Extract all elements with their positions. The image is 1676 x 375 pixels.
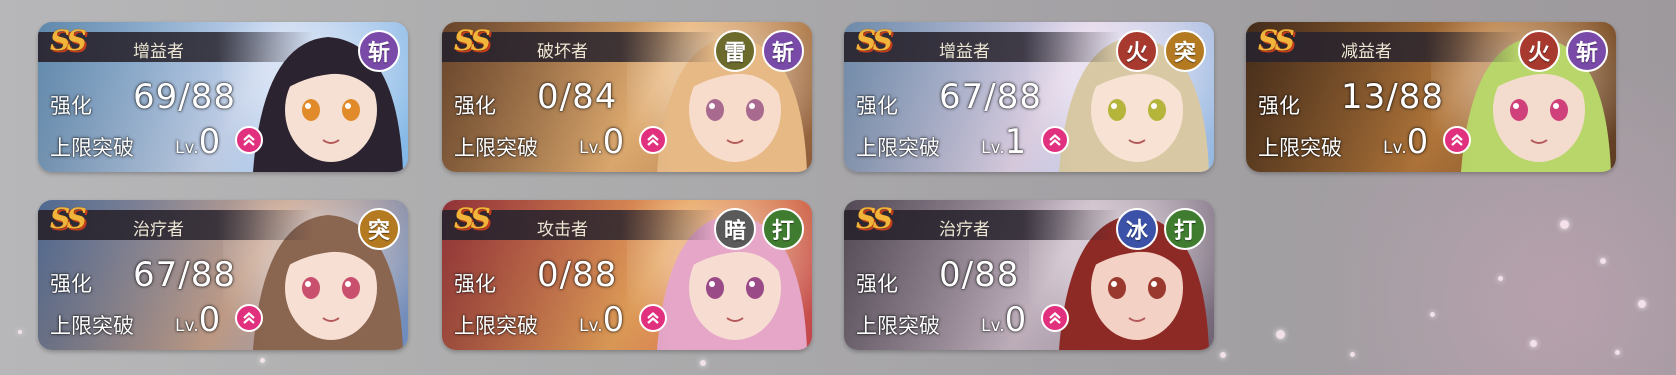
element-badge: 火	[1518, 30, 1560, 72]
double-chevron-up-icon	[243, 312, 255, 324]
double-chevron-up-icon	[1049, 312, 1061, 324]
limit-break-level: Lv.0	[175, 300, 220, 340]
limit-break-up-icon[interactable]	[235, 304, 263, 332]
role-label: 破坏者	[537, 42, 588, 62]
level-prefix: Lv.	[981, 138, 1005, 158]
enhance-label: 强化	[1258, 94, 1300, 118]
element-badge: 火	[1116, 30, 1158, 72]
double-chevron-up-icon	[647, 134, 659, 146]
level-number: 0	[1004, 300, 1027, 340]
limit-break-up-icon[interactable]	[1443, 126, 1471, 154]
level-number: 0	[602, 122, 625, 162]
limit-break-label: 上限突破	[50, 314, 134, 338]
level-prefix: Lv.	[175, 316, 199, 336]
limit-break-level: Lv.0	[579, 122, 624, 162]
rarity-rank: SS	[50, 24, 87, 57]
character-card[interactable]: SS 减益者 火斩 强化 13/88 上限突破 Lv.0	[1246, 22, 1616, 172]
character-card[interactable]: SS 攻击者 暗打 强化 0/88 上限突破 Lv.0	[442, 200, 812, 350]
role-label: 增益者	[939, 42, 990, 62]
limit-break-level: Lv.0	[579, 300, 624, 340]
enhance-label: 强化	[454, 272, 496, 296]
level-prefix: Lv.	[175, 138, 199, 158]
double-chevron-up-icon	[1049, 134, 1061, 146]
rarity-rank: SS	[50, 202, 87, 235]
enhance-value: 67/88	[939, 77, 1042, 117]
level-number: 0	[198, 300, 221, 340]
enhance-label: 强化	[454, 94, 496, 118]
element-badge: 斩	[762, 30, 804, 72]
limit-break-up-icon[interactable]	[639, 126, 667, 154]
level-prefix: Lv.	[981, 316, 1005, 336]
level-number: 1	[1004, 122, 1027, 162]
enhance-value: 0/88	[939, 255, 1020, 295]
rarity-rank: SS	[454, 24, 491, 57]
limit-break-label: 上限突破	[50, 136, 134, 160]
limit-break-label: 上限突破	[856, 136, 940, 160]
role-label: 增益者	[133, 42, 184, 62]
element-badge: 打	[762, 208, 804, 250]
character-card[interactable]: SS 增益者 斩 强化 69/88 上限突破 Lv.0	[38, 22, 408, 172]
enhance-value: 0/84	[537, 77, 618, 117]
role-label: 治疗者	[939, 220, 990, 240]
enhance-value: 67/88	[133, 255, 236, 295]
limit-break-level: Lv.0	[175, 122, 220, 162]
level-prefix: Lv.	[579, 316, 603, 336]
character-card[interactable]: SS 治疗者 突 强化 67/88 上限突破 Lv.0	[38, 200, 408, 350]
enhance-value: 69/88	[133, 77, 236, 117]
rarity-rank: SS	[856, 202, 893, 235]
level-prefix: Lv.	[579, 138, 603, 158]
limit-break-level: Lv.1	[981, 122, 1026, 162]
enhance-label: 强化	[50, 94, 92, 118]
level-number: 0	[602, 300, 625, 340]
double-chevron-up-icon	[1451, 134, 1463, 146]
limit-break-label: 上限突破	[454, 314, 538, 338]
limit-break-label: 上限突破	[856, 314, 940, 338]
limit-break-level: Lv.0	[981, 300, 1026, 340]
rarity-rank: SS	[454, 202, 491, 235]
role-label: 减益者	[1341, 42, 1392, 62]
character-card[interactable]: SS 治疗者 冰打 强化 0/88 上限突破 Lv.0	[844, 200, 1214, 350]
limit-break-up-icon[interactable]	[1041, 304, 1069, 332]
enhance-label: 强化	[856, 272, 898, 296]
role-label: 攻击者	[537, 220, 588, 240]
rarity-rank: SS	[1258, 24, 1295, 57]
rarity-rank: SS	[856, 24, 893, 57]
limit-break-up-icon[interactable]	[1041, 126, 1069, 154]
element-badge: 雷	[714, 30, 756, 72]
limit-break-label: 上限突破	[1258, 136, 1342, 160]
element-badge: 斩	[358, 30, 400, 72]
character-card[interactable]: SS 增益者 火突 强化 67/88 上限突破 Lv.1	[844, 22, 1214, 172]
element-badge: 暗	[714, 208, 756, 250]
element-badge: 打	[1164, 208, 1206, 250]
limit-break-level: Lv.0	[1383, 122, 1428, 162]
enhance-value: 0/88	[537, 255, 618, 295]
element-badge: 突	[358, 208, 400, 250]
double-chevron-up-icon	[243, 134, 255, 146]
role-label: 治疗者	[133, 220, 184, 240]
element-badge: 斩	[1566, 30, 1608, 72]
level-number: 0	[198, 122, 221, 162]
level-prefix: Lv.	[1383, 138, 1407, 158]
enhance-label: 强化	[856, 94, 898, 118]
enhance-value: 13/88	[1341, 77, 1444, 117]
double-chevron-up-icon	[647, 312, 659, 324]
enhance-label: 强化	[50, 272, 92, 296]
limit-break-label: 上限突破	[454, 136, 538, 160]
level-number: 0	[1406, 122, 1429, 162]
element-badge: 突	[1164, 30, 1206, 72]
element-badge: 冰	[1116, 208, 1158, 250]
limit-break-up-icon[interactable]	[639, 304, 667, 332]
limit-break-up-icon[interactable]	[235, 126, 263, 154]
character-card[interactable]: SS 破坏者 雷斩 强化 0/84 上限突破 Lv.0	[442, 22, 812, 172]
